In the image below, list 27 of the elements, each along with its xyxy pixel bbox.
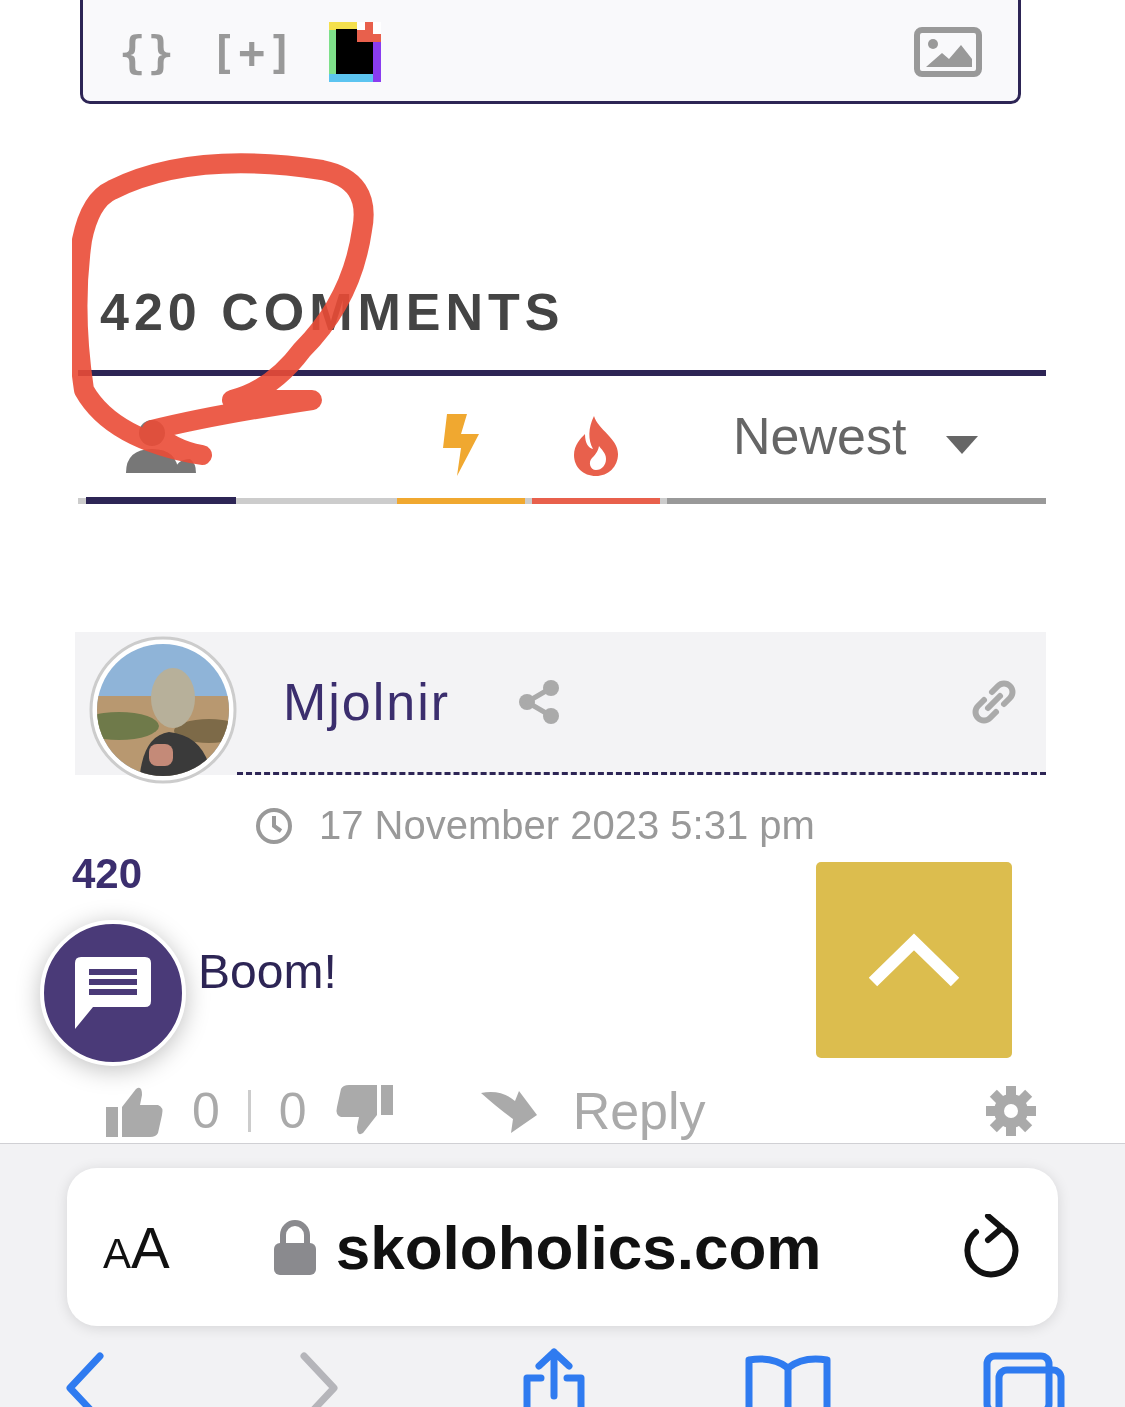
thumbs-down-icon[interactable] — [334, 1085, 393, 1137]
clock-icon — [255, 806, 293, 845]
chevron-up-icon — [869, 932, 959, 988]
share-icon[interactable] — [518, 679, 561, 725]
image-icon[interactable] — [914, 27, 982, 77]
reply-arrow-icon — [480, 1089, 539, 1133]
chat-icon — [75, 957, 151, 1029]
comment-date: 17 November 2023 5:31 pm — [319, 803, 815, 848]
settings-icon[interactable] — [986, 1086, 1036, 1136]
lightning-icon — [441, 414, 481, 476]
caret-icon — [946, 436, 979, 454]
link-icon[interactable] — [972, 680, 1016, 724]
sort-dropdown[interactable]: Newest — [667, 376, 1046, 504]
dislike-count: 0 — [278, 1082, 307, 1140]
scroll-top-button[interactable] — [816, 862, 1012, 1058]
address-bar[interactable]: AA skoloholics.com — [67, 1168, 1058, 1326]
thumbs-up-icon[interactable] — [106, 1085, 164, 1137]
comment-number: 420 — [72, 850, 144, 898]
lock-icon — [273, 1219, 316, 1275]
like-count: 0 — [192, 1082, 220, 1140]
users-icon — [124, 419, 198, 475]
url-text[interactable]: skoloholics.com — [335, 1211, 822, 1283]
text-size-button[interactable]: AA — [103, 1213, 170, 1281]
flame-icon — [572, 416, 620, 476]
author-name[interactable]: Mjolnir — [283, 672, 451, 732]
comment-text: Boom! — [198, 944, 337, 999]
gif-icon[interactable] — [329, 22, 382, 82]
